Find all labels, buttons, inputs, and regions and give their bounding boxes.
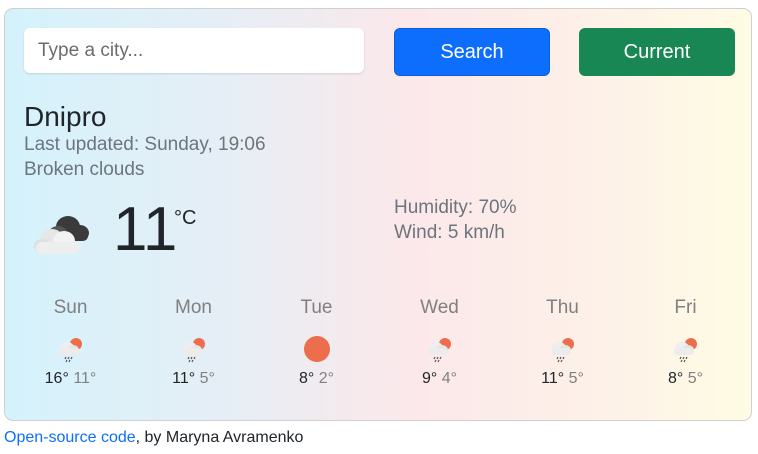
- temperature-unit[interactable]: °C: [174, 207, 196, 230]
- light-rain-icon: [550, 338, 574, 363]
- forecast-max-temp: 11°: [172, 370, 196, 387]
- forecast-min-temp: 2°: [318, 370, 335, 387]
- broken-clouds-icon: [34, 216, 89, 254]
- forecast-day: Sun 16° 11°: [9, 297, 132, 388]
- footer-credit: Open-source code, by Maryna Avramenko: [4, 429, 303, 447]
- city-name: Dnipro: [24, 101, 107, 132]
- forecast-temps: 11° 5°: [501, 370, 624, 388]
- forecast-day: Thu 11° 5°: [501, 297, 624, 388]
- light-rain-icon: [181, 338, 205, 363]
- search-button[interactable]: Search: [394, 28, 550, 76]
- forecast-temps: 11° 5°: [132, 370, 255, 388]
- forecast-day-name: Wed: [420, 297, 459, 318]
- forecast-max-temp: 9°: [421, 370, 438, 387]
- forecast-day-name: Sun: [53, 297, 88, 318]
- current-location-button[interactable]: Current: [579, 28, 735, 76]
- weather-card: Search Current Dnipro Last updated: Sund…: [4, 8, 752, 421]
- last-updated-text: Last updated: Sunday, 19:06: [24, 134, 266, 155]
- current-temperature: 11: [113, 195, 178, 264]
- forecast-day: Mon 11° 5°: [132, 297, 255, 388]
- forecast-max-temp: 8°: [667, 370, 684, 387]
- clear-sky-icon: [303, 336, 330, 362]
- forecast-day: Fri 8° 5°: [624, 297, 747, 388]
- forecast-min-temp: 5°: [687, 370, 704, 387]
- forecast-min-temp: 5°: [199, 370, 215, 387]
- weather-description: Broken clouds: [24, 159, 145, 180]
- light-rain-icon: [427, 338, 451, 363]
- forecast-max-temp: 16°: [44, 370, 69, 387]
- forecast-min-temp: 11°: [73, 370, 97, 387]
- forecast-max-temp: 8°: [298, 370, 315, 387]
- forecast-day: Wed 9° 4°: [378, 297, 501, 388]
- daily-forecast: Sun 16° 11° Mon 11° 5° Tue 8° 2° Wed 9° …: [9, 297, 749, 407]
- wind-text: Wind: 5 km/h: [394, 222, 505, 243]
- light-rain-icon: [673, 338, 697, 363]
- forecast-min-temp: 5°: [568, 370, 584, 387]
- forecast-max-temp: 11°: [541, 370, 565, 387]
- source-code-link[interactable]: Open-source code: [4, 429, 136, 446]
- city-search-input[interactable]: [24, 28, 364, 73]
- forecast-temps: 16° 11°: [9, 370, 132, 388]
- forecast-day: Tue 8° 2°: [255, 297, 378, 388]
- author-credit: , by Maryna Avramenko: [135, 429, 304, 446]
- forecast-day-name: Mon: [175, 297, 212, 318]
- forecast-day-name: Thu: [546, 297, 579, 318]
- light-rain-icon: [58, 338, 82, 363]
- forecast-day-name: Fri: [674, 297, 697, 318]
- humidity-text: Humidity: 70%: [394, 197, 517, 218]
- forecast-temps: 8° 2°: [255, 370, 378, 388]
- forecast-min-temp: 4°: [441, 370, 458, 387]
- forecast-temps: 9° 4°: [378, 370, 501, 388]
- forecast-temps: 8° 5°: [624, 370, 747, 388]
- forecast-day-name: Tue: [300, 297, 333, 318]
